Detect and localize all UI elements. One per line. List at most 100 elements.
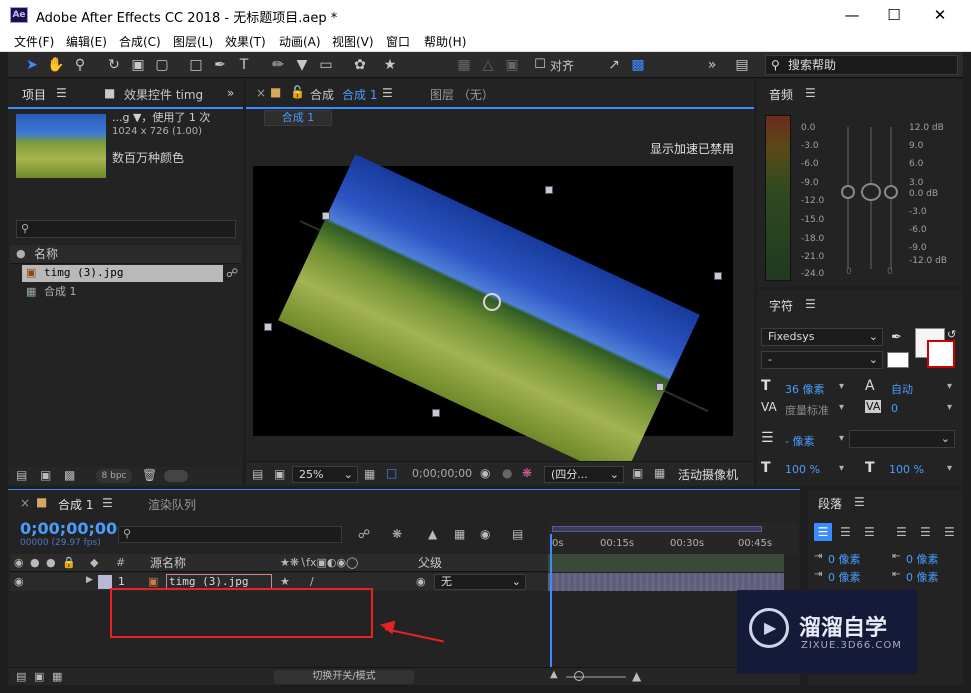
lock-icon[interactable]: 🔓 [290,85,305,99]
tracking-value[interactable]: 0 [891,402,898,415]
current-time-indicator[interactable] [550,534,552,684]
composition-breadcrumb[interactable]: 合成 1 [264,110,332,126]
parent-dropdown[interactable]: 无 ⌄ [434,574,526,590]
eye-icon[interactable]: ◉ [14,556,24,569]
current-timecode[interactable]: 0;00;00;00 [20,519,117,538]
transform-handle[interactable] [432,409,440,417]
transform-handle[interactable] [714,272,722,280]
expand-in-out-icon[interactable]: ▦ [52,670,62,683]
pen-tool-icon[interactable]: ✒ [210,55,230,75]
snap-checkbox[interactable]: ☐ [530,55,550,75]
eyedropper-icon[interactable]: ✒ [891,330,902,345]
chevron-down-icon[interactable]: ▾ [947,381,952,392]
expand-transfer-controls-icon[interactable]: ▣ [34,670,44,683]
menu-layer[interactable]: 图层(L) [173,33,213,50]
align-left-icon[interactable]: ☰ [814,523,832,541]
chevron-down-icon[interactable]: ▾ [947,402,952,413]
audio-panel-title[interactable]: 音频 [769,86,793,103]
label-tag-icon[interactable]: ◆ [90,556,98,569]
world-axis-mode-icon[interactable]: △ [478,55,498,75]
local-axis-mode-icon[interactable]: ▦ [454,55,474,75]
search-help-input[interactable]: ⚲ 搜索帮助 [765,55,958,75]
quality-switch-icon[interactable]: ∕ [310,575,314,588]
delete-trash-icon[interactable]: 🗑 [142,468,157,482]
tracking-method-value[interactable]: 度量标准 [785,402,829,418]
frame-blending-icon[interactable]: ▦ [454,527,465,541]
rectangle-tool-icon[interactable]: □ [186,55,206,75]
character-panel-menu-icon[interactable]: ☰ [805,297,816,311]
motion-blur-icon[interactable]: ◉ [480,527,490,541]
close-tab-icon[interactable]: × [256,86,266,100]
transparency-grid-icon[interactable]: ▦ [654,466,665,480]
solo-icon[interactable]: ● [46,556,56,569]
tab-layer[interactable]: 图层 （无） [430,86,494,103]
audio-slider-master[interactable] [861,183,881,201]
tab-composition[interactable]: 合成 1 [342,86,377,103]
menu-composition[interactable]: 合成(C) [119,33,161,50]
menu-view[interactable]: 视图(V) [332,33,374,50]
list-item[interactable]: ▣ timg (3).jpg [22,265,223,282]
snap-edge-icon[interactable]: ↗ [604,55,624,75]
snapshot-camera-icon[interactable]: ◉ [480,466,490,480]
anchor-point-icon[interactable] [483,293,501,311]
space-after-value[interactable]: 0 像素 [906,569,939,585]
menu-file[interactable]: 文件(F) [14,33,54,50]
audio-slider-right[interactable] [884,185,898,199]
project-bpc-button[interactable]: 8 bpc [96,469,132,483]
shy-layers-icon[interactable]: ▲ [428,527,437,541]
toggle-switches-modes-button[interactable]: 切换开关/模式 [274,670,414,684]
puppet-pin-tool-icon[interactable]: ★ [380,55,400,75]
chevron-down-icon[interactable]: ▾ [839,381,844,392]
pan-behind-tool-icon[interactable]: ▢ [152,55,172,75]
flow-toggle[interactable] [164,470,188,482]
type-tool-icon[interactable]: T [234,55,254,75]
tab-project[interactable]: 项目 [22,86,46,103]
label-color-swatch[interactable] [98,575,112,589]
view-axis-mode-icon[interactable]: ▣ [502,55,522,75]
stroke-color-swatch[interactable] [927,340,955,368]
indent-left-value[interactable]: 0 像素 [828,551,861,567]
active-camera-dropdown[interactable]: 活动摄像机 [678,466,738,483]
zoom-out-mountain-icon[interactable]: ▲ [550,669,558,680]
interpret-footage-icon[interactable]: ▤ [16,468,27,482]
font-size-value[interactable]: 36 像素 [785,381,825,397]
always-preview-icon[interactable]: ▤ [252,467,263,481]
draft-3d-icon[interactable]: ❋ [392,527,402,541]
new-composition-icon[interactable]: ▩ [64,468,75,482]
rgb-channels-icon[interactable]: ❋ [522,466,532,480]
flowchart-icon[interactable]: ☍ [226,266,238,280]
graph-editor-icon[interactable]: ▤ [512,527,523,541]
menu-window[interactable]: 窗口 [386,33,410,50]
snap-extend-icon[interactable]: ▩ [628,55,648,75]
work-area-bar[interactable] [552,526,762,532]
close-tab-icon[interactable]: × [20,496,30,510]
pick-whip-icon[interactable]: ◉ [416,575,426,588]
project-search-input[interactable]: ⚲ [16,220,236,238]
zoom-dropdown[interactable]: 25% ⌄ [292,466,358,483]
workspace-menu-icon[interactable]: ▤ [732,55,752,75]
close-window-button[interactable]: ✕ [920,4,960,26]
horizontal-scale-value[interactable]: 100 % [889,463,924,476]
comp-panel-menu-icon[interactable]: ☰ [382,86,393,100]
zoom-slider-thumb[interactable] [574,671,584,681]
zoom-tool-icon[interactable]: ⚲ [70,55,90,75]
column-source-name[interactable]: 源名称 [150,554,186,572]
justify-all-icon[interactable]: ☰ [944,525,955,539]
character-panel-title[interactable]: 字符 [769,297,793,314]
swap-colors-icon[interactable]: ↺ [947,328,956,341]
zoom-in-mountain-icon[interactable]: ▲ [632,669,641,683]
justify-center-icon[interactable]: ☰ [920,525,931,539]
layer-duration-bar[interactable] [548,573,784,591]
justify-left-icon[interactable]: ☰ [896,525,907,539]
lock-icon[interactable]: 🔒 [62,556,76,569]
fast-preview-icon[interactable]: ▣ [632,466,643,480]
clone-stamp-tool-icon[interactable]: ▼ [292,55,312,75]
menu-animation[interactable]: 动画(A) [279,33,321,50]
tab-timeline-composition[interactable]: 合成 1 [58,496,93,513]
menu-effect[interactable]: 效果(T) [225,33,266,50]
viewer-timecode[interactable]: 0;00;00;00 [412,467,472,480]
timeline-panel-menu-icon[interactable]: ☰ [102,496,113,510]
font-family-dropdown[interactable]: Fixedsys ⌄ [761,328,883,346]
project-panel-menu-icon[interactable]: ☰ [56,86,67,100]
column-parent[interactable]: 父级 [418,554,442,572]
